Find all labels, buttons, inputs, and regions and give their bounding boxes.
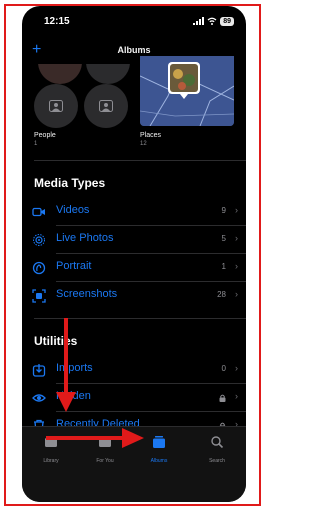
annotation-arrows (46, 318, 144, 448)
vertical-arrow (56, 318, 76, 412)
horizontal-arrow (46, 428, 144, 448)
